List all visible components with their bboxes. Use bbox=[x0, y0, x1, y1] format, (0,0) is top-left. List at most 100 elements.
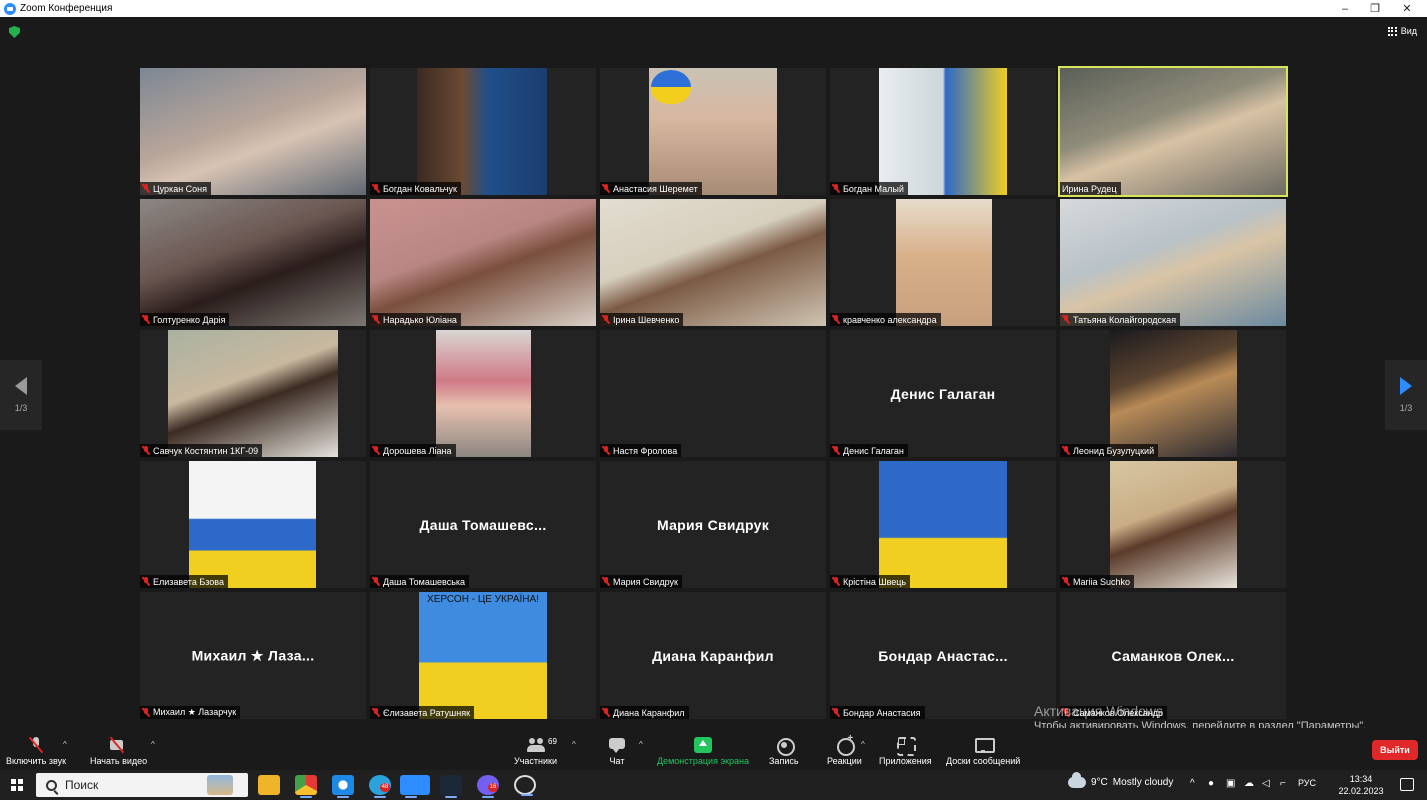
maximize-button[interactable]: ❐ bbox=[1359, 0, 1391, 17]
participant-tile[interactable]: Дорошева Ліана bbox=[370, 330, 596, 457]
participant-nametag: Савчук Костянтин 1КГ-09 bbox=[140, 444, 263, 457]
participant-tile[interactable]: Анастасия Шеремет bbox=[600, 68, 826, 195]
record-button[interactable]: Запись bbox=[769, 728, 799, 770]
participant-video bbox=[189, 461, 316, 588]
participant-nametag: Татьяна Колайгородская bbox=[1060, 313, 1181, 326]
muted-mic-icon bbox=[372, 577, 380, 586]
volume-icon[interactable]: ◁ bbox=[1262, 778, 1270, 789]
page-indicator-right: 1/3 bbox=[1399, 403, 1413, 413]
whiteboards-button[interactable]: Доски сообщений bbox=[946, 728, 1020, 770]
audio-options-caret[interactable]: ^ bbox=[63, 740, 67, 749]
participant-nametag: Голтуренко Дарія bbox=[140, 313, 230, 326]
participant-video bbox=[436, 330, 531, 457]
participant-tile[interactable]: Елизавета Бзова bbox=[140, 461, 366, 588]
activation-watermark-title: Активация Windows bbox=[1034, 703, 1164, 719]
participant-video bbox=[879, 461, 1007, 588]
participant-display-name: Мария Свидрук bbox=[656, 516, 770, 533]
participant-tile-active-speaker[interactable]: Ирина Рудец bbox=[1058, 66, 1288, 197]
participant-nametag: Бондар Анастасия bbox=[830, 706, 925, 719]
participant-nametag: Леонид Бузулуцкий bbox=[1060, 444, 1159, 457]
close-window-button[interactable]: ✕ bbox=[1391, 0, 1423, 17]
security-shield-icon[interactable] bbox=[9, 26, 20, 38]
muted-mic-icon bbox=[832, 708, 840, 717]
participant-tile[interactable]: Денис Галаган Денис Галаган bbox=[830, 330, 1056, 457]
minimize-button[interactable]: – bbox=[1329, 0, 1361, 17]
participants-button[interactable]: Участники bbox=[514, 728, 557, 770]
onedrive-icon[interactable]: ☁ bbox=[1244, 778, 1254, 789]
taskbar-clock[interactable]: 13:34 22.02.2023 bbox=[1338, 773, 1384, 797]
participants-options-caret[interactable]: ^ bbox=[572, 740, 576, 749]
participant-tile[interactable]: Татьяна Колайгородская bbox=[1060, 199, 1286, 326]
participant-tile[interactable]: Богдан Малый bbox=[830, 68, 1056, 195]
share-screen-icon bbox=[693, 737, 712, 753]
participant-nametag: Денис Галаган bbox=[830, 444, 908, 457]
participant-tile[interactable]: Настя Фролова bbox=[600, 330, 826, 457]
browser-icon[interactable] bbox=[332, 775, 354, 798]
leave-meeting-button[interactable]: Выйти bbox=[1372, 740, 1418, 760]
participant-tile[interactable]: Саманков Олек... Саманков Олександр bbox=[1060, 592, 1286, 719]
chrome-icon[interactable] bbox=[295, 775, 317, 798]
notifications-icon[interactable] bbox=[1400, 778, 1414, 791]
participant-tile[interactable]: Даша Томашевс... Даша Томашевська bbox=[370, 461, 596, 588]
muted-mic-icon bbox=[832, 184, 840, 193]
participant-tile[interactable]: Мария Свидрук Мария Свидрук bbox=[600, 461, 826, 588]
participant-video bbox=[168, 330, 338, 457]
reactions-options-caret[interactable]: ^ bbox=[861, 740, 865, 749]
chat-options-caret[interactable]: ^ bbox=[639, 740, 643, 749]
participant-tile[interactable]: Mariia Suchko bbox=[1060, 461, 1286, 588]
participant-tile[interactable]: Крістіна Швець bbox=[830, 461, 1056, 588]
participant-display-name: Саманков Олек... bbox=[1111, 647, 1235, 664]
participant-tile[interactable]: Савчук Костянтин 1КГ-09 bbox=[140, 330, 366, 457]
participant-tile[interactable]: Диана Каранфил Диана Каранфил bbox=[600, 592, 826, 719]
muted-mic-icon bbox=[602, 446, 610, 455]
zoom-taskbar-icon[interactable] bbox=[400, 775, 430, 798]
participant-video bbox=[896, 199, 992, 326]
participant-tile[interactable]: Нарадько Юліана bbox=[370, 199, 596, 326]
camera-off-icon bbox=[109, 737, 128, 753]
windows-taskbar: Поиск 48 16 9°C Mostly cloudy ^ ● ▣ ☁ ◁ … bbox=[0, 770, 1427, 800]
participant-tile[interactable]: Голтуренко Дарія bbox=[140, 199, 366, 326]
network-icon[interactable]: ⌐ bbox=[1280, 778, 1286, 789]
muted-mic-icon bbox=[372, 708, 380, 717]
participant-tile[interactable]: кравченко александра bbox=[830, 199, 1056, 326]
participant-tile[interactable]: Бондар Анастас... Бондар Анастасия bbox=[830, 592, 1056, 719]
participant-nametag: Богдан Малый bbox=[830, 182, 908, 195]
weather-widget[interactable]: 9°C Mostly cloudy bbox=[1068, 772, 1173, 788]
start-video-button[interactable]: Начать видео bbox=[90, 728, 147, 770]
participant-video bbox=[370, 199, 596, 326]
search-highlight-image bbox=[207, 775, 233, 795]
chat-button[interactable]: Чат bbox=[608, 728, 626, 770]
record-icon bbox=[775, 737, 795, 756]
microphone-tray-icon[interactable]: ● bbox=[1208, 778, 1214, 789]
obs-icon[interactable] bbox=[514, 775, 536, 796]
muted-mic-icon bbox=[602, 577, 610, 586]
file-explorer-icon[interactable] bbox=[258, 775, 280, 795]
participant-video bbox=[600, 199, 826, 326]
participant-tile[interactable]: Цуркан Соня bbox=[140, 68, 366, 195]
participant-nametag: кравченко александра bbox=[830, 313, 941, 326]
participant-nametag: Цуркан Соня bbox=[140, 182, 212, 195]
steam-icon[interactable] bbox=[440, 775, 462, 798]
input-language[interactable]: РУС bbox=[1298, 778, 1316, 788]
participant-video bbox=[1110, 461, 1237, 588]
tray-overflow-icon[interactable]: ^ bbox=[1190, 778, 1195, 789]
participant-tile[interactable]: Богдан Ковальчук bbox=[370, 68, 596, 195]
participant-nametag: Нарадько Юліана bbox=[370, 313, 461, 326]
participant-tile[interactable]: Ірина Шевченко bbox=[600, 199, 826, 326]
unmute-button[interactable]: Включить звук bbox=[6, 728, 66, 770]
muted-mic-icon bbox=[1062, 315, 1070, 324]
next-page-button[interactable]: 1/3 bbox=[1385, 360, 1427, 430]
previous-page-button[interactable]: 1/3 bbox=[0, 360, 42, 430]
view-button[interactable]: Вид bbox=[1387, 26, 1417, 36]
participant-tile[interactable]: Михаил ★ Лаза... Михаил ★ Лазарчук bbox=[140, 592, 366, 719]
video-options-caret[interactable]: ^ bbox=[151, 740, 155, 749]
windows-start-icon[interactable] bbox=[11, 779, 23, 791]
reactions-button[interactable]: Реакции bbox=[827, 728, 862, 770]
display-tray-icon[interactable]: ▣ bbox=[1226, 778, 1235, 789]
chat-icon bbox=[608, 737, 626, 753]
participant-tile[interactable]: ХЕРСОН - ЦЕ УКРАЇНА! Єлизавета Ратушняк bbox=[370, 592, 596, 719]
share-screen-button[interactable]: Демонстрация экрана bbox=[657, 728, 749, 770]
participant-tile[interactable]: Леонид Бузулуцкий bbox=[1060, 330, 1286, 457]
apps-button[interactable]: Приложения bbox=[879, 728, 932, 770]
whiteboard-icon bbox=[974, 737, 996, 753]
